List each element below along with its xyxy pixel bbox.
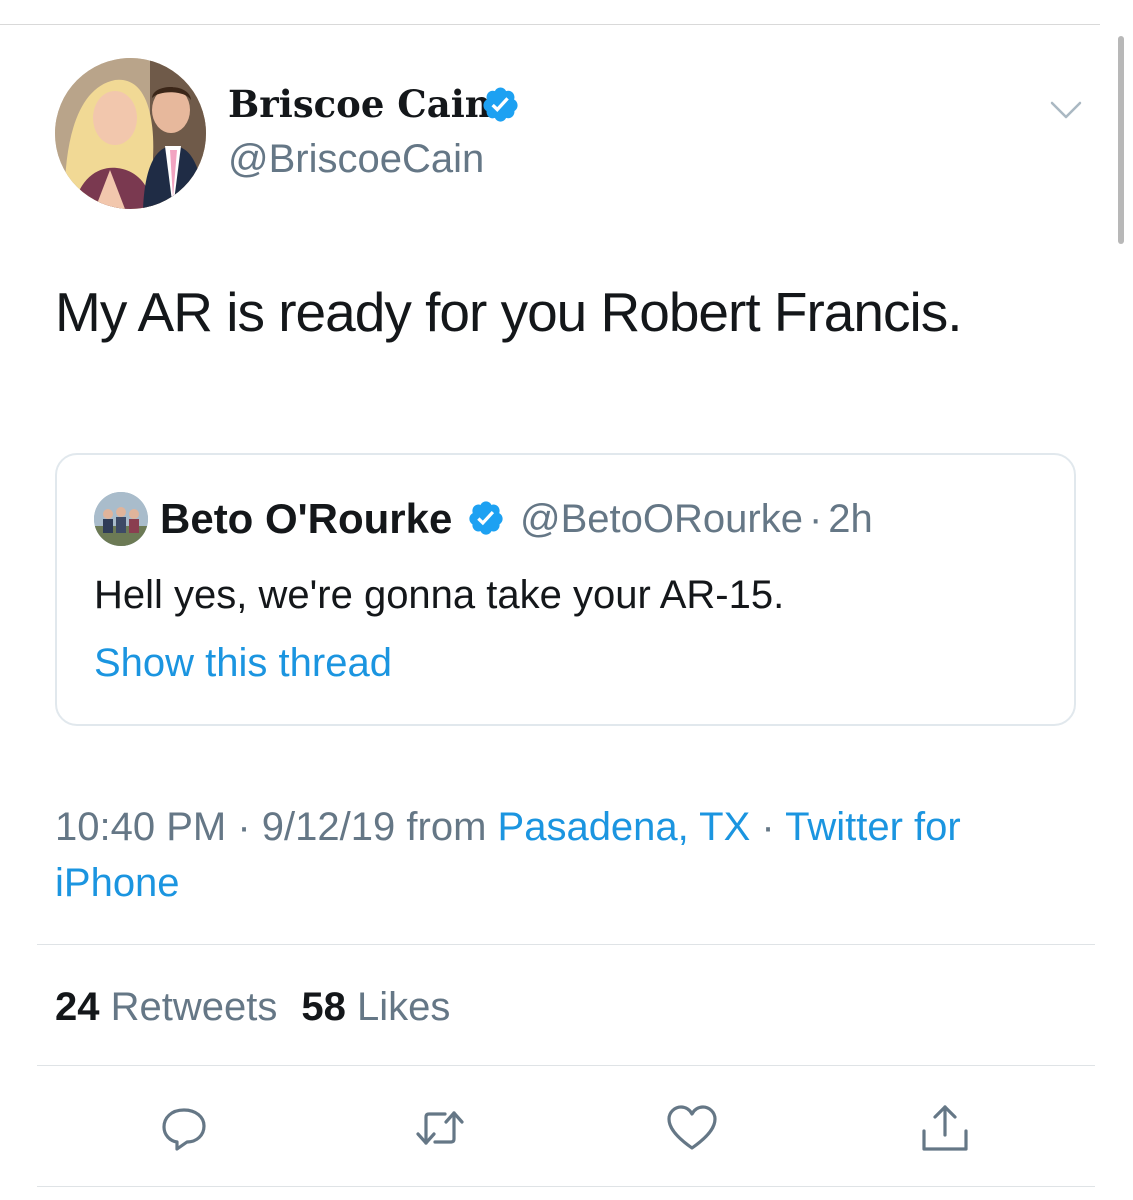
quoted-author-handle[interactable]: @BetoORourke [520, 497, 803, 541]
like-icon [667, 1105, 717, 1150]
tweet-text: My AR is ready for you Robert Francis. [55, 281, 962, 343]
reply-button[interactable] [154, 1100, 214, 1156]
divider [37, 1065, 1095, 1066]
likes-count: 58 [301, 985, 346, 1029]
from-label: from [406, 805, 487, 849]
tweet-date: 9/12/19 [261, 805, 396, 849]
share-icon [922, 1105, 968, 1151]
likes-stat[interactable]: 58 Likes [301, 985, 450, 1029]
top-divider [0, 24, 1100, 25]
retweets-count: 24 [55, 985, 100, 1029]
tweet-meta: 10:40 PM · 9/12/19 from Pasadena, TX · T… [55, 799, 1065, 911]
author-name[interactable]: Briscoe Cain [228, 82, 492, 126]
chevron-down-icon[interactable] [1048, 95, 1084, 125]
divider [37, 1186, 1095, 1187]
retweet-button[interactable] [410, 1100, 470, 1156]
separator-dot: · [237, 805, 251, 849]
verified-badge-icon [483, 87, 518, 122]
reply-icon [162, 1108, 206, 1151]
retweets-stat[interactable]: 24 Retweets [55, 985, 277, 1029]
tweet-stats: 24 Retweets 58 Likes [55, 982, 450, 1032]
separator-dot: · [761, 805, 775, 849]
retweets-label: Retweets [110, 985, 278, 1029]
show-thread-link[interactable]: Show this thread [94, 638, 392, 688]
likes-label: Likes [357, 985, 451, 1029]
tweet-time: 10:40 PM [55, 805, 227, 849]
author-avatar[interactable] [55, 58, 206, 209]
quoted-tweet-time: 2h [828, 497, 873, 541]
quoted-tweet-text: Hell yes, we're gonna take your AR-15. [94, 573, 785, 617]
divider [37, 944, 1095, 945]
author-handle[interactable]: @BriscoeCain [228, 135, 484, 183]
retweet-icon [416, 1111, 464, 1145]
quoted-tweet-meta: @BetoORourke · 2h [520, 494, 873, 544]
quoted-author-avatar [94, 492, 148, 546]
separator-dot: · [808, 497, 823, 541]
share-button[interactable] [915, 1100, 975, 1156]
quoted-author-name[interactable]: Beto O'Rourke [160, 494, 452, 544]
like-button[interactable] [662, 1100, 722, 1156]
location-link[interactable]: Pasadena, TX [498, 805, 751, 849]
verified-badge-icon [469, 501, 503, 535]
scrollbar[interactable] [1118, 36, 1124, 244]
